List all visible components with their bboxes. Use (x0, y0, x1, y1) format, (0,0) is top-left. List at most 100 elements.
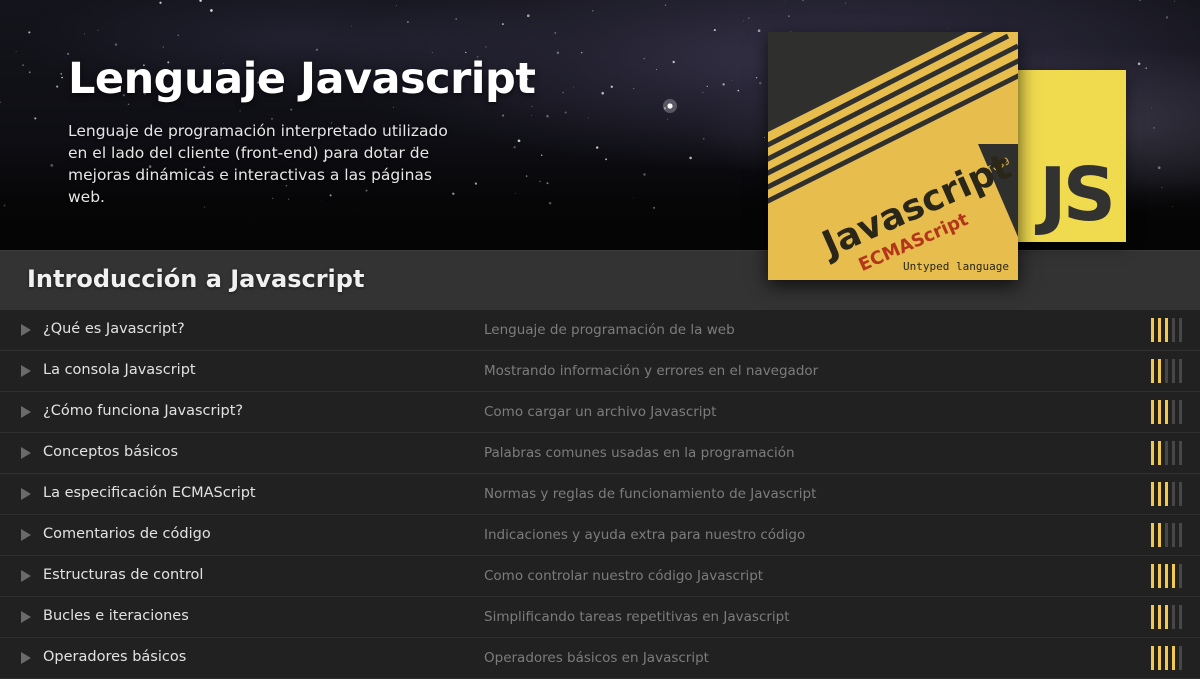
star (554, 32, 557, 34)
lesson-row[interactable]: La especificación ECMAScript Normas y reg… (0, 474, 1200, 515)
difficulty-bar (1151, 359, 1154, 383)
difficulty-level-icon (1151, 318, 1191, 342)
difficulty-bar (1158, 441, 1161, 465)
star (239, 110, 241, 112)
lesson-row[interactable]: Estructuras de control Como controlar nue… (0, 556, 1200, 597)
star (177, 34, 179, 36)
star (525, 175, 528, 177)
lesson-title[interactable]: Estructuras de control (43, 567, 203, 583)
star (396, 5, 398, 7)
difficulty-bar (1165, 564, 1168, 588)
star (759, 81, 762, 85)
js-logo-text: JS (1039, 152, 1116, 238)
lesson-row[interactable]: La consola Javascript Mostrando informaci… (0, 351, 1200, 392)
lesson-description: Simplificando tareas repetitivas en Java… (484, 609, 790, 625)
star (541, 154, 543, 156)
star (844, 2, 846, 4)
difficulty-bar (1165, 523, 1168, 547)
lesson-row[interactable]: ¿Cómo funciona Javascript? Como cargar un… (0, 392, 1200, 433)
star (0, 101, 1, 104)
star (28, 71, 31, 74)
expand-arrow-icon[interactable] (21, 324, 31, 336)
difficulty-bar (1165, 400, 1168, 424)
lesson-row[interactable]: Bucles e iteraciones Simplificando tareas… (0, 597, 1200, 638)
lesson-description: Lenguaje de programación de la web (484, 322, 735, 338)
star (722, 83, 725, 86)
star (97, 29, 99, 31)
star (393, 106, 394, 108)
lesson-title[interactable]: Comentarios de código (43, 526, 211, 542)
difficulty-bar (1158, 564, 1161, 588)
expand-arrow-icon[interactable] (21, 611, 31, 623)
difficulty-bar (1172, 441, 1175, 465)
star (664, 4, 667, 6)
lesson-title[interactable]: Operadores básicos (43, 649, 186, 665)
star (592, 10, 594, 12)
expand-arrow-icon[interactable] (21, 488, 31, 500)
lesson-row[interactable]: Operadores básicos Operadores básicos en … (0, 638, 1200, 679)
difficulty-bar (1151, 441, 1154, 465)
star (1145, 67, 1147, 69)
difficulty-bar (1158, 400, 1161, 424)
lesson-title[interactable]: Conceptos básicos (43, 444, 178, 460)
star (114, 43, 118, 46)
difficulty-bar (1165, 318, 1168, 342)
page-title: Lenguaje Javascript (68, 54, 536, 104)
star (199, 0, 202, 2)
difficulty-bar (1172, 646, 1175, 670)
difficulty-bar (1158, 482, 1161, 506)
star (50, 164, 54, 167)
page-description: Lenguaje de programación interpretado ut… (68, 122, 448, 206)
star (802, 0, 804, 2)
lesson-title[interactable]: ¿Cómo funciona Javascript? (43, 403, 243, 419)
star (1174, 0, 1176, 2)
lesson-title[interactable]: ¿Qué es Javascript? (43, 321, 185, 337)
lesson-title[interactable]: La consola Javascript (43, 362, 196, 378)
lesson-description: Palabras comunes usadas en la programaci… (484, 445, 795, 461)
lesson-description: Operadores básicos en Javascript (484, 650, 709, 666)
expand-arrow-icon[interactable] (21, 652, 31, 664)
section-title: Introducción a Javascript (27, 265, 365, 293)
lesson-description: Normas y reglas de funcionamiento de Jav… (484, 486, 817, 502)
lesson-row[interactable]: Conceptos básicos Palabras comunes usadas… (0, 433, 1200, 474)
lesson-title[interactable]: Bucles e iteraciones (43, 608, 189, 624)
star (672, 60, 675, 64)
difficulty-bar (1151, 482, 1154, 506)
lesson-title[interactable]: La especificación ECMAScript (43, 485, 256, 501)
star (643, 57, 645, 60)
book-cover[interactable]: TC39 Javascript ECMAScript Untyped langu… (768, 32, 1018, 280)
star (1139, 0, 1141, 2)
star (656, 68, 657, 70)
star (28, 31, 31, 34)
star (633, 88, 635, 89)
difficulty-level-icon (1151, 482, 1191, 506)
expand-arrow-icon[interactable] (21, 406, 31, 418)
star (610, 85, 613, 88)
difficulty-bar (1158, 523, 1161, 547)
difficulty-bar (1165, 359, 1168, 383)
star (706, 85, 708, 87)
star (210, 9, 213, 12)
star (1151, 107, 1152, 109)
difficulty-bar (1179, 564, 1182, 588)
difficulty-bar (1179, 400, 1182, 424)
star (531, 115, 533, 116)
expand-arrow-icon[interactable] (21, 447, 31, 459)
difficulty-level-icon (1151, 523, 1191, 547)
difficulty-bar (1158, 359, 1161, 383)
lesson-row[interactable]: Comentarios de código Indicaciones y ayud… (0, 515, 1200, 556)
star (84, 33, 85, 35)
star (1157, 166, 1161, 170)
star (455, 18, 458, 20)
expand-arrow-icon[interactable] (21, 529, 31, 541)
star (702, 92, 704, 93)
star (531, 105, 533, 107)
star (546, 114, 549, 118)
lesson-row[interactable]: ¿Qué es Javascript? Lenguaje de programac… (0, 310, 1200, 351)
star (573, 86, 574, 88)
difficulty-bar (1172, 564, 1175, 588)
expand-arrow-icon[interactable] (21, 570, 31, 582)
difficulty-level-icon (1151, 441, 1191, 465)
star (605, 158, 608, 161)
expand-arrow-icon[interactable] (21, 365, 31, 377)
